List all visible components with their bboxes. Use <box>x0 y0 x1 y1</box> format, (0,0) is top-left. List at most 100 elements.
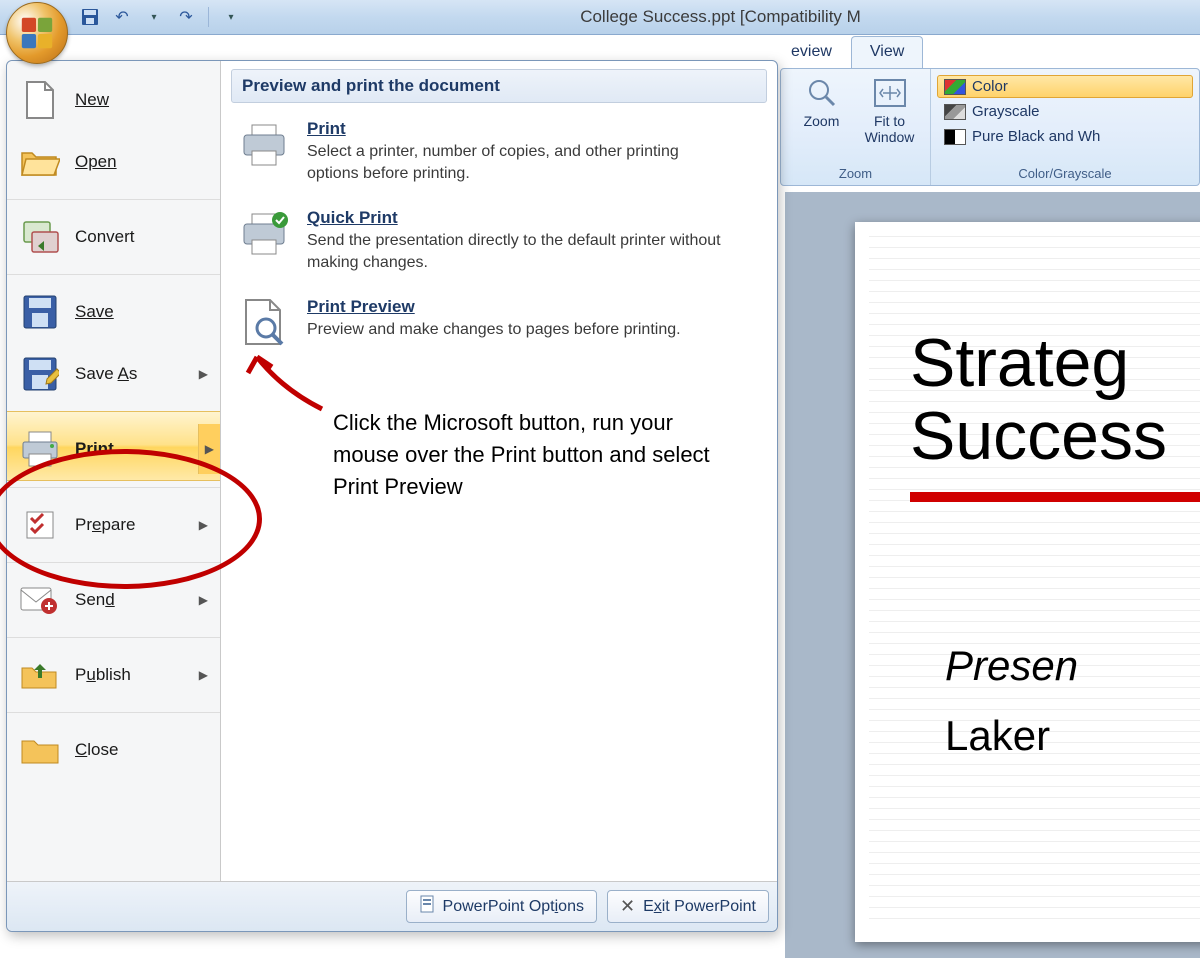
undo-icon[interactable]: ↶ <box>112 7 132 27</box>
options-label: PowerPoint Options <box>443 898 584 916</box>
menu-save-label: Save <box>75 302 208 322</box>
annotation-text: Click the Microsoft button, run your mou… <box>333 407 713 503</box>
submenu-arrow-icon: ▶ <box>199 367 208 381</box>
submenu-print-title: Print <box>307 119 727 139</box>
office-button[interactable] <box>6 2 68 64</box>
menu-close[interactable]: Close <box>7 712 220 781</box>
menu-send-label: Send <box>75 590 185 610</box>
menu-new-label: New <box>75 90 208 110</box>
color-swatch-icon <box>944 79 966 95</box>
bw-swatch-icon <box>944 129 966 145</box>
submenu-print-desc: Select a printer, number of copies, and … <box>307 141 727 184</box>
menu-print[interactable]: Print ▶ <box>7 411 220 481</box>
qat-more-icon[interactable]: ▾ <box>221 7 241 27</box>
submenu-arrow-icon: ▶ <box>199 668 208 682</box>
menu-save[interactable]: Save <box>7 274 220 343</box>
exit-powerpoint-button[interactable]: ✕ Exit PowerPoint <box>607 890 769 923</box>
close-folder-icon <box>19 729 61 771</box>
color-option-color[interactable]: Color <box>937 75 1193 98</box>
printer-icon <box>235 119 293 171</box>
office-menu: New Open Convert Save <box>6 60 778 932</box>
group-zoom-label: Zoom <box>839 164 872 183</box>
exit-label: Exit PowerPoint <box>643 898 756 916</box>
slide-presenter: Presen <box>945 642 1078 690</box>
publish-icon <box>19 654 61 696</box>
menu-send[interactable]: Send ▶ <box>7 562 220 631</box>
menu-save-as[interactable]: Save As ▶ <box>7 343 220 405</box>
menu-convert-label: Convert <box>75 227 208 247</box>
save-icon[interactable] <box>80 7 100 27</box>
separator <box>208 7 209 27</box>
quick-print-icon <box>235 208 293 260</box>
title-bar: ↶ ▾ ↷ ▾ College Success.ppt [Compatibili… <box>0 0 1200 35</box>
submenu-quick-print[interactable]: Quick Print Send the presentation direct… <box>231 202 767 291</box>
group-color-label: Color/Grayscale <box>1018 164 1111 183</box>
menu-open[interactable]: Open <box>7 131 220 193</box>
grayscale-swatch-icon <box>944 104 966 120</box>
save-disk-icon <box>19 291 61 333</box>
group-zoom: Zoom Fit to Window Zoom <box>781 69 931 185</box>
bw-label: Pure Black and Wh <box>972 128 1100 145</box>
ribbon: Zoom Fit to Window Zoom Color Grayscal <box>780 68 1200 186</box>
menu-convert[interactable]: Convert <box>7 199 220 268</box>
submenu-arrow-icon: ▶ <box>199 518 208 532</box>
fit-to-window-button[interactable]: Fit to Window <box>858 73 922 145</box>
print-preview-icon <box>235 297 293 349</box>
window-title: College Success.ppt [Compatibility M <box>241 7 1200 27</box>
magnifier-icon <box>790 73 854 113</box>
print-icon <box>19 428 61 470</box>
quick-access-toolbar: ↶ ▾ ↷ ▾ <box>80 7 241 27</box>
dropdown-icon[interactable]: ▾ <box>144 7 164 27</box>
tab-view[interactable]: View <box>851 36 923 70</box>
menu-open-label: Open <box>75 152 208 172</box>
submenu-quick-desc: Send the presentation directly to the de… <box>307 230 727 273</box>
submenu-arrow-icon: ▶ <box>199 593 208 607</box>
powerpoint-options-button[interactable]: PowerPoint Options <box>406 890 597 923</box>
zoom-button[interactable]: Zoom <box>790 73 854 129</box>
office-menu-left: New Open Convert Save <box>7 61 221 881</box>
menu-new[interactable]: New <box>7 69 220 131</box>
color-option-grayscale[interactable]: Grayscale <box>937 100 1193 123</box>
zoom-label: Zoom <box>790 113 854 129</box>
submenu-preview-title: Print Preview <box>307 297 681 317</box>
fit-label-1: Fit to <box>858 113 922 129</box>
office-logo-icon <box>18 14 56 52</box>
menu-save-as-label: Save As <box>75 364 185 384</box>
title-underline <box>910 492 1200 502</box>
close-icon: ✕ <box>620 896 635 917</box>
menu-prepare-label: Prepare <box>75 515 185 535</box>
redo-icon[interactable]: ↷ <box>176 7 196 27</box>
submenu-quick-title: Quick Print <box>307 208 727 228</box>
slide-canvas: StrategSuccess Presen Laker <box>785 192 1200 958</box>
slide-author: Laker <box>945 712 1050 760</box>
prepare-icon <box>19 504 61 546</box>
open-icon <box>19 141 61 183</box>
group-color: Color Grayscale Pure Black and Wh Color/… <box>931 69 1199 185</box>
menu-prepare[interactable]: Prepare ▶ <box>7 487 220 556</box>
options-icon <box>419 895 435 918</box>
menu-publish[interactable]: Publish ▶ <box>7 637 220 706</box>
submenu-preview-desc: Preview and make changes to pages before… <box>307 319 681 341</box>
menu-publish-label: Publish <box>75 665 185 685</box>
menu-close-label: Close <box>75 740 208 760</box>
slide-title: StrategSuccess <box>910 327 1167 474</box>
grayscale-label: Grayscale <box>972 103 1040 120</box>
submenu-arrow-icon: ▶ <box>198 424 220 474</box>
save-as-icon <box>19 353 61 395</box>
new-icon <box>19 79 61 121</box>
office-menu-right: Preview and print the document Print Sel… <box>221 61 777 881</box>
office-menu-footer: PowerPoint Options ✕ Exit PowerPoint <box>7 881 777 931</box>
ribbon-tabs: eview View <box>785 36 923 70</box>
menu-print-label: Print <box>75 439 184 459</box>
tab-review[interactable]: eview <box>785 36 851 70</box>
fit-window-icon <box>858 73 922 113</box>
submenu-print-preview[interactable]: Print Preview Preview and make changes t… <box>231 291 767 367</box>
slide-page[interactable]: StrategSuccess Presen Laker <box>855 222 1200 942</box>
submenu-print[interactable]: Print Select a printer, number of copies… <box>231 113 767 202</box>
color-label: Color <box>972 78 1008 95</box>
color-option-bw[interactable]: Pure Black and Wh <box>937 125 1193 148</box>
convert-icon <box>19 216 61 258</box>
send-icon <box>19 579 61 621</box>
submenu-header: Preview and print the document <box>231 69 767 103</box>
fit-label-2: Window <box>858 129 922 145</box>
